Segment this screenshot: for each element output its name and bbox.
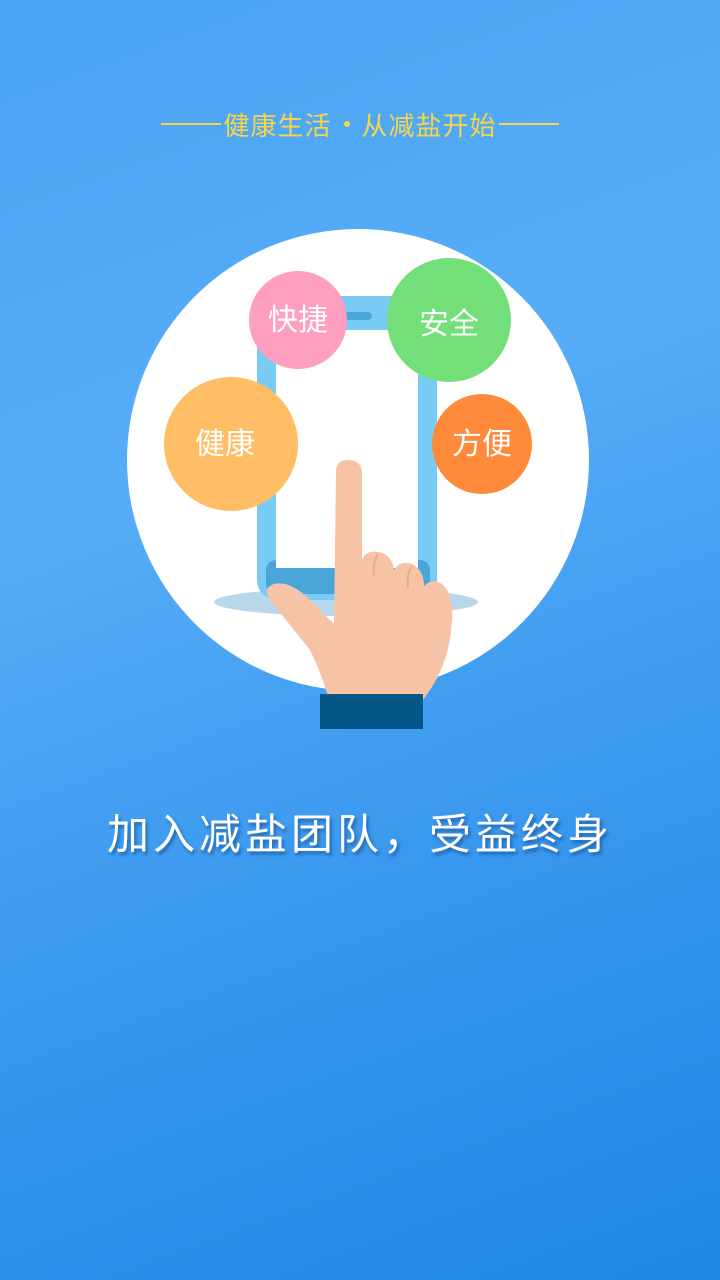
sleeve — [320, 694, 423, 729]
hand-tapping-phone-illustration: 快捷 安全 健康 方便 — [0, 220, 720, 740]
tagline-left-dash — [161, 123, 222, 125]
bubble-jiankang-label: 健康 — [195, 427, 255, 462]
tagline-dot — [343, 121, 350, 127]
slogan: 加入减盐团队，受益终身 — [106, 810, 613, 859]
hand-tapping-phone-icon: 快捷 安全 健康 方便 — [127, 229, 589, 729]
splash-screen: 健康生活 从减盐开始 快捷 安全 健康 方便 加入减盐团队，受益终身 — [0, 0, 720, 1280]
tagline: 健康生活 从减盐开始 — [0, 104, 720, 144]
tagline-right-dash — [498, 123, 559, 125]
tagline-part2: 从减盐开始 — [361, 111, 497, 142]
bubble-fangbian-label: 方便 — [452, 427, 512, 462]
phone-speaker — [344, 312, 372, 320]
bubble-kuaijie-label: 快捷 — [268, 303, 328, 338]
bubble-anquan-label: 安全 — [419, 307, 479, 342]
tagline-part1: 健康生活 — [223, 111, 332, 142]
